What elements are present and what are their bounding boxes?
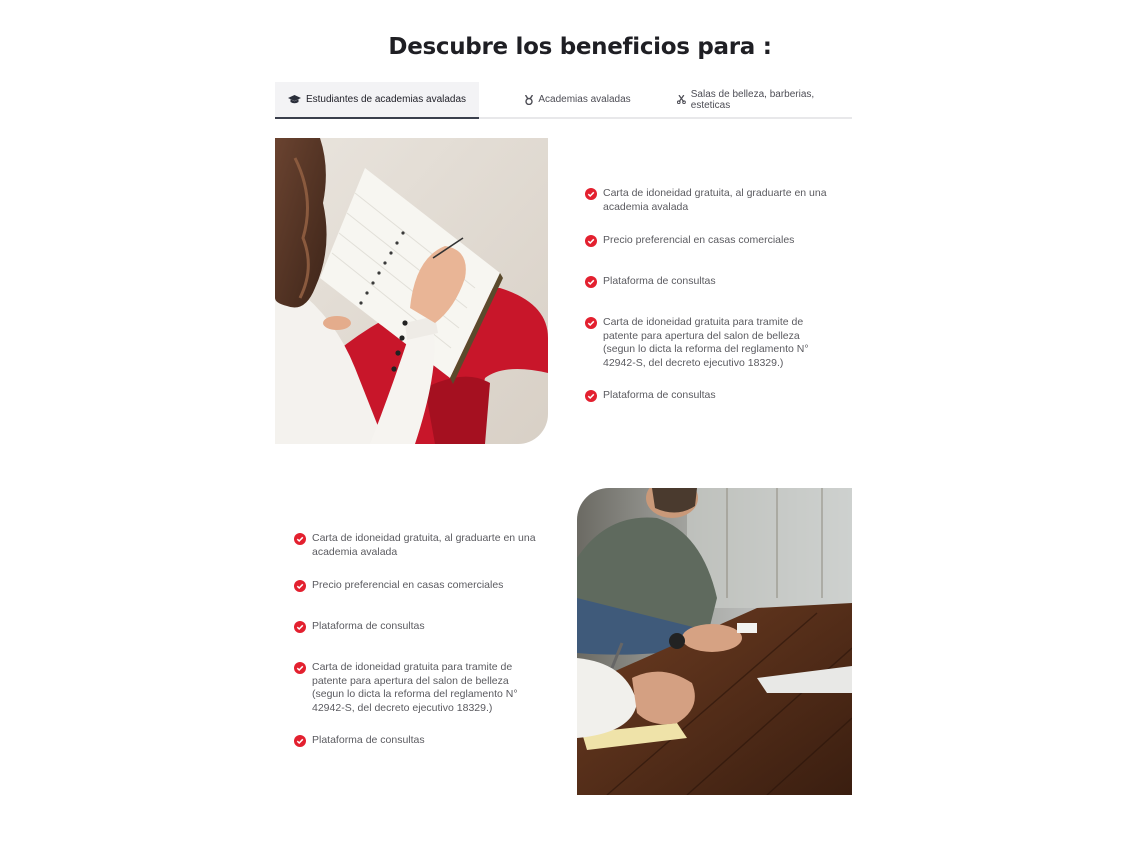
list-item: Precio preferencial en casas comerciales (585, 234, 830, 248)
benefit-text: Carta de idoneidad gratuita, al graduart… (603, 187, 827, 213)
benefit-text: Carta de idoneidad gratuita para tramite… (603, 316, 809, 369)
tab-salas[interactable]: Salas de belleza, barberias, esteticas (677, 82, 852, 117)
benefit-text: Plataforma de consultas (603, 389, 716, 401)
benefit-text: Precio preferencial en casas comerciales (603, 234, 795, 246)
tab-label: Estudiantes de academias avaladas (305, 94, 467, 105)
check-circle-icon (585, 275, 597, 288)
people-meeting-table-photo (577, 488, 852, 795)
check-circle-icon (294, 533, 306, 545)
list-item: Carta de idoneidad gratuita, al graduart… (585, 187, 830, 214)
check-circle-icon (585, 188, 597, 200)
benefit-text: Plataforma de consultas (312, 734, 425, 746)
list-item: Carta de idoneidad gratuita para tramite… (294, 661, 539, 715)
woman-writing-notebook-photo (275, 138, 548, 444)
benefit-text: Precio preferencial en casas comerciales (312, 579, 504, 591)
list-item: Precio preferencial en casas comerciales (294, 579, 539, 593)
list-item: Carta de idoneidad gratuita, al graduart… (294, 532, 539, 559)
benefit-text: Carta de idoneidad gratuita para tramite… (312, 661, 518, 714)
tab-academias[interactable]: Academias avaladas (479, 82, 677, 117)
graduation-cap-icon (287, 94, 301, 103)
tab-label: Academias avaladas (538, 94, 631, 105)
check-circle-icon (294, 662, 306, 674)
list-item: Plataforma de consultas (294, 734, 539, 748)
page-title: Descubre los beneficios para : (388, 34, 772, 60)
check-circle-icon (585, 390, 597, 402)
check-circle-icon (585, 317, 597, 329)
benefit-text: Plataforma de consultas (312, 619, 425, 632)
benefits-tabs: Estudiantes de academias avaladas Academ… (275, 82, 852, 119)
check-circle-icon (294, 620, 306, 633)
check-circle-icon (294, 735, 306, 747)
check-circle-icon (585, 235, 597, 247)
check-circle-icon (294, 580, 306, 592)
benefits-list-2: Carta de idoneidad gratuita, al graduart… (294, 532, 539, 748)
list-item: Plataforma de consultas (294, 620, 539, 634)
tab-estudiantes[interactable]: Estudiantes de academias avaladas (275, 82, 479, 119)
scissors-icon (677, 95, 686, 104)
list-item: Plataforma de consultas (585, 389, 830, 403)
list-item: Carta de idoneidad gratuita para tramite… (585, 316, 830, 370)
benefit-text: Carta de idoneidad gratuita, al graduart… (312, 532, 536, 558)
medal-icon (525, 94, 534, 105)
list-item: Plataforma de consultas (585, 275, 830, 289)
benefit-text: Plataforma de consultas (603, 274, 716, 287)
tab-label: Salas de belleza, barberias, esteticas (690, 88, 815, 111)
benefits-list-1: Carta de idoneidad gratuita, al graduart… (585, 187, 830, 403)
